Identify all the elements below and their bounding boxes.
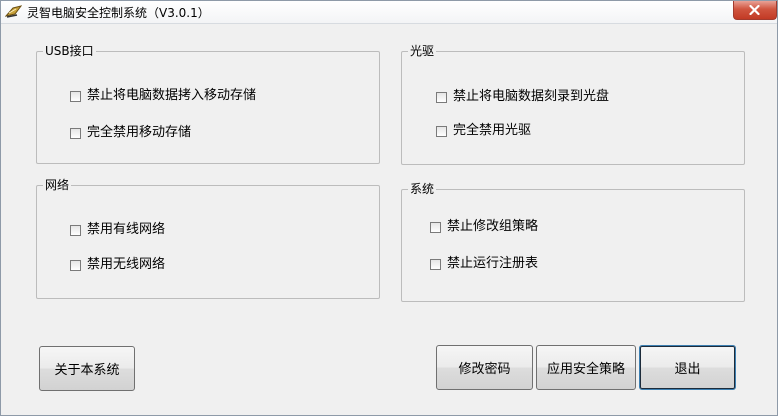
usb-block-copy-checkbox[interactable]: 禁止将电脑数据拷入移动存储 <box>70 88 256 104</box>
optical-disable-drive-label: 完全禁用光驱 <box>453 123 532 138</box>
checkbox-box[interactable] <box>436 91 447 103</box>
network-group: 网络 禁用有线网络 禁用无线网络 <box>36 178 380 299</box>
system-block-gpedit-label: 禁止修改组策略 <box>447 219 539 234</box>
network-disable-wireless-label: 禁用无线网络 <box>87 257 166 272</box>
close-button[interactable] <box>733 1 777 20</box>
optical-disable-drive-checkbox[interactable]: 完全禁用光驱 <box>436 123 531 139</box>
usb-disable-storage-checkbox[interactable]: 完全禁用移动存储 <box>70 125 191 141</box>
title-bar: 灵智电脑安全控制系统（V3.0.1） <box>1 1 777 24</box>
system-block-gpedit-checkbox[interactable]: 禁止修改组策略 <box>430 219 538 235</box>
usb-disable-storage-label: 完全禁用移动存储 <box>87 125 192 140</box>
checkbox-box[interactable] <box>70 259 81 271</box>
system-group-label: 系统 <box>408 182 437 196</box>
optical-block-burn-label: 禁止将电脑数据刻录到光盘 <box>453 89 610 104</box>
checkbox-box[interactable] <box>436 125 447 137</box>
optical-group-label: 光驱 <box>408 44 437 58</box>
checkbox-box[interactable] <box>70 90 81 102</box>
checkbox-box[interactable] <box>430 221 441 233</box>
app-icon <box>4 4 23 19</box>
usb-group: USB接口 禁止将电脑数据拷入移动存储 完全禁用移动存储 <box>36 44 380 164</box>
checkbox-box[interactable] <box>70 127 81 139</box>
window-title: 灵智电脑安全控制系统（V3.0.1） <box>27 6 210 20</box>
change-password-button[interactable]: 修改密码 <box>436 345 533 390</box>
network-disable-wireless-checkbox[interactable]: 禁用无线网络 <box>70 257 165 273</box>
network-disable-wired-checkbox[interactable]: 禁用有线网络 <box>70 222 165 238</box>
about-button[interactable]: 关于本系统 <box>39 346 135 391</box>
checkbox-box[interactable] <box>430 258 441 270</box>
usb-block-copy-label: 禁止将电脑数据拷入移动存储 <box>87 88 257 103</box>
system-block-regedit-checkbox[interactable]: 禁止运行注册表 <box>430 256 538 272</box>
system-group: 系统 禁止修改组策略 禁止运行注册表 <box>401 182 745 302</box>
close-icon <box>749 5 760 15</box>
network-group-label: 网络 <box>43 178 72 192</box>
usb-group-label: USB接口 <box>43 44 96 58</box>
main-window: 灵智电脑安全控制系统（V3.0.1） USB接口 禁止将电脑数据拷入移动存储 完… <box>0 0 778 416</box>
apply-policy-button[interactable]: 应用安全策略 <box>536 345 636 390</box>
checkbox-box[interactable] <box>70 224 81 236</box>
exit-button[interactable]: 退出 <box>639 345 736 390</box>
optical-group: 光驱 禁止将电脑数据刻录到光盘 完全禁用光驱 <box>401 44 745 165</box>
optical-block-burn-checkbox[interactable]: 禁止将电脑数据刻录到光盘 <box>436 89 609 105</box>
system-block-regedit-label: 禁止运行注册表 <box>447 256 539 271</box>
network-disable-wired-label: 禁用有线网络 <box>87 222 166 237</box>
